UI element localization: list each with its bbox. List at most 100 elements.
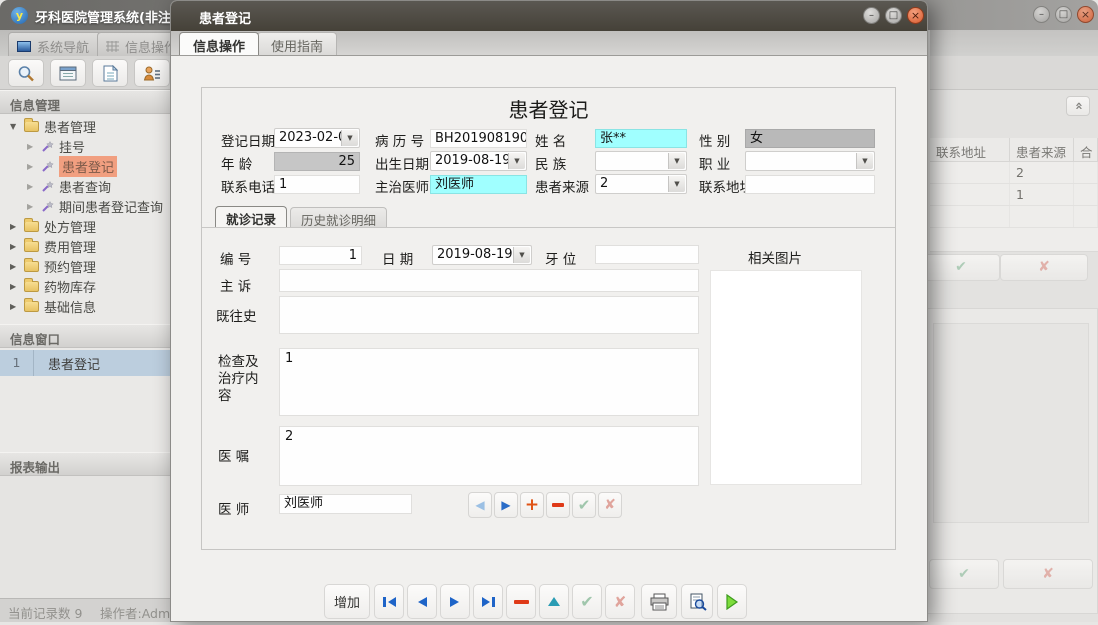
- window-list-item[interactable]: 1 患者登记: [0, 350, 170, 376]
- search-icon: [17, 65, 35, 82]
- visit-next-button[interactable]: ▶: [494, 492, 518, 518]
- grid-header-contact-address[interactable]: 联系地址: [930, 138, 1010, 161]
- record-no-field[interactable]: BH20190819001: [430, 129, 527, 148]
- printer-icon: [649, 593, 670, 611]
- phone-field[interactable]: 1: [274, 175, 360, 194]
- confirm-button-upper[interactable]: ✔: [922, 254, 1000, 281]
- collapsed-arrow-icon[interactable]: ▶: [27, 202, 36, 211]
- dialog-minimize-button[interactable]: –: [863, 7, 880, 24]
- job-combo[interactable]: ▼: [745, 151, 875, 171]
- first-record-button[interactable]: [374, 584, 404, 619]
- name-field[interactable]: 张**: [595, 129, 687, 148]
- folder-icon: [24, 261, 39, 272]
- dropdown-arrow-icon[interactable]: ▼: [668, 153, 685, 169]
- post-record-button[interactable]: ✔: [572, 584, 602, 619]
- collapsed-arrow-icon[interactable]: ▶: [10, 302, 19, 311]
- last-record-button[interactable]: [473, 584, 503, 619]
- tab-user-guide[interactable]: 使用指南: [257, 32, 337, 55]
- visit-delete-button[interactable]: [546, 492, 570, 518]
- visit-date-combo[interactable]: 2019-08-19 ▼: [432, 245, 532, 265]
- tree-item-fee-mgmt[interactable]: ▶ 费用管理: [0, 236, 170, 256]
- tree-item-drug-inventory[interactable]: ▶ 药物库存: [0, 276, 170, 296]
- toolbar-card-button[interactable]: [50, 59, 86, 87]
- dropdown-arrow-icon[interactable]: ▼: [508, 153, 525, 169]
- dropdown-arrow-icon[interactable]: ▼: [341, 130, 358, 146]
- grid-header-patient-source[interactable]: 患者来源: [1010, 138, 1074, 161]
- toolbar-user-report-button[interactable]: [134, 59, 170, 87]
- dropdown-arrow-icon[interactable]: ▼: [856, 153, 873, 169]
- collapsed-arrow-icon[interactable]: ▶: [10, 242, 19, 251]
- gender-field[interactable]: 女: [745, 129, 875, 148]
- cancel-button-upper[interactable]: ✘: [1000, 254, 1088, 281]
- tree-item-patient-mgmt[interactable]: ▼ 患者管理: [0, 116, 170, 136]
- run-button[interactable]: [717, 584, 747, 619]
- add-button[interactable]: 增加: [324, 584, 370, 619]
- prev-record-button[interactable]: [407, 584, 437, 619]
- ethnic-combo[interactable]: ▼: [595, 151, 687, 171]
- next-record-button[interactable]: [440, 584, 470, 619]
- tab-info-operation[interactable]: 信息操作: [179, 32, 259, 55]
- grid-row[interactable]: [930, 206, 1098, 228]
- print-preview-button[interactable]: [681, 584, 713, 619]
- confirm-button-lower[interactable]: ✔: [929, 559, 999, 589]
- tree-item-prescription-mgmt[interactable]: ▶ 处方管理: [0, 216, 170, 236]
- grid-header-extra[interactable]: 合: [1074, 138, 1098, 161]
- dialog-close-button[interactable]: ×: [907, 7, 924, 24]
- collapsed-arrow-icon[interactable]: ▶: [27, 182, 36, 191]
- dropdown-arrow-icon[interactable]: ▼: [668, 176, 685, 192]
- tab-visit-record[interactable]: 就诊记录: [215, 206, 287, 227]
- exam-field[interactable]: 1: [279, 348, 699, 416]
- visit-doctor-label: 医 师: [218, 498, 249, 518]
- history-field[interactable]: [279, 296, 699, 334]
- main-close-button[interactable]: ×: [1077, 6, 1094, 23]
- tree-item-basic-info[interactable]: ▶ 基础信息: [0, 296, 170, 316]
- visit-confirm-button[interactable]: ✔: [572, 492, 596, 518]
- collapsed-arrow-icon[interactable]: ▶: [27, 162, 36, 171]
- collapsed-arrow-icon[interactable]: ▶: [10, 282, 19, 291]
- birth-date-combo[interactable]: 2019-08-19 ▼: [430, 151, 527, 171]
- wand-icon: [41, 180, 54, 193]
- complaint-field[interactable]: [279, 269, 699, 292]
- tree-item-label: 基础信息: [44, 297, 96, 316]
- tree-item-patient-register[interactable]: ▶ 患者登记: [0, 156, 170, 176]
- cancel-button-lower[interactable]: ✘: [1003, 559, 1093, 589]
- edit-record-button[interactable]: [539, 584, 569, 619]
- visit-doctor-field[interactable]: 刘医师: [279, 494, 412, 514]
- collapse-panel-button[interactable]: «: [1066, 96, 1090, 116]
- expanded-arrow-icon[interactable]: ▼: [10, 122, 19, 131]
- cancel-record-button[interactable]: ✘: [605, 584, 635, 619]
- patient-source-combo[interactable]: 2 ▼: [595, 174, 687, 194]
- patient-source-label: 患者来源: [535, 176, 589, 196]
- reg-date-label: 登记日期: [221, 130, 275, 150]
- tooth-field[interactable]: [595, 245, 699, 264]
- visit-cancel-button[interactable]: ✘: [598, 492, 622, 518]
- attending-doctor-field[interactable]: 刘医师: [430, 175, 527, 194]
- address-field[interactable]: [745, 175, 875, 194]
- reg-date-combo[interactable]: 2023-02-02 ▼: [274, 128, 360, 148]
- visit-prev-button[interactable]: ◀: [468, 492, 492, 518]
- advice-field[interactable]: 2: [279, 426, 699, 486]
- grid-row[interactable]: 2: [930, 162, 1098, 184]
- main-maximize-button[interactable]: □: [1055, 6, 1072, 23]
- toolbar-search-button[interactable]: [8, 59, 44, 87]
- tab-system-navigation[interactable]: 系统导航: [8, 32, 102, 56]
- tree-item-period-patient-query[interactable]: ▶ 期间患者登记查询: [0, 196, 170, 216]
- tab-visit-history[interactable]: 历史就诊明细: [290, 207, 387, 228]
- age-field[interactable]: 25: [274, 152, 360, 171]
- tree-item-patient-query[interactable]: ▶ 患者查询: [0, 176, 170, 196]
- dialog-maximize-button[interactable]: □: [885, 7, 902, 24]
- collapsed-arrow-icon[interactable]: ▶: [10, 222, 19, 231]
- print-button[interactable]: [641, 584, 677, 619]
- visit-add-button[interactable]: +: [520, 492, 544, 518]
- tree-item-registration[interactable]: ▶ 挂号: [0, 136, 170, 156]
- delete-record-button[interactable]: [506, 584, 536, 619]
- grid-row[interactable]: 1: [930, 184, 1098, 206]
- dropdown-arrow-icon[interactable]: ▼: [513, 247, 530, 263]
- grid-cell: [1074, 184, 1098, 205]
- visit-no-field[interactable]: 1: [279, 246, 362, 265]
- toolbar-document-button[interactable]: [92, 59, 128, 87]
- collapsed-arrow-icon[interactable]: ▶: [27, 142, 36, 151]
- main-minimize-button[interactable]: –: [1033, 6, 1050, 23]
- tree-item-appointment-mgmt[interactable]: ▶ 预约管理: [0, 256, 170, 276]
- collapsed-arrow-icon[interactable]: ▶: [10, 262, 19, 271]
